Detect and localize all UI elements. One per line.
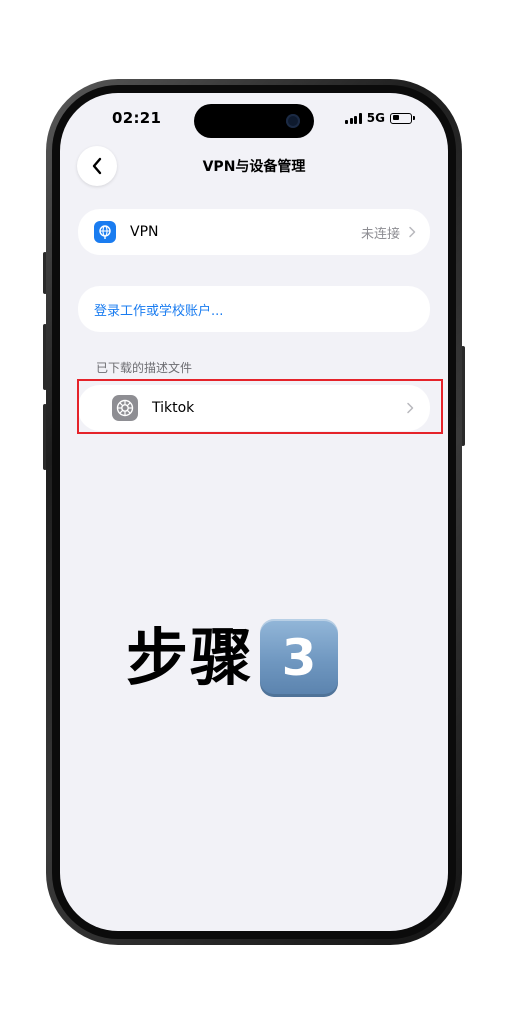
- vpn-status: 未连接: [360, 226, 400, 242]
- step-overlay: 步骤 3: [126, 618, 339, 698]
- vpn-row[interactable]: VPN 未连接: [78, 209, 430, 255]
- step-number: 3: [281, 629, 317, 687]
- highlight-box: [77, 379, 443, 434]
- status-indicators: 5G: [345, 111, 415, 125]
- status-time: 02:21: [112, 109, 162, 127]
- keycap-number-icon: 3: [260, 619, 339, 697]
- phone-screen: 02:21 5G VPN与设备管理 VPN 未连接 登录工作或学校账户... 已…: [60, 93, 448, 931]
- network-type: 5G: [366, 111, 385, 125]
- login-account-link[interactable]: 登录工作或学校账户...: [94, 300, 223, 319]
- signal-icon: [345, 112, 362, 124]
- chevron-right-icon: [409, 226, 416, 238]
- page-title: VPN与设备管理: [202, 159, 306, 175]
- vpn-label: VPN: [130, 224, 159, 240]
- step-label: 步骤: [126, 621, 255, 694]
- section-header-profiles: 已下载的描述文件: [96, 361, 193, 375]
- page: 02:21 5G VPN与设备管理 VPN 未连接 登录工作或学校账户... 已…: [0, 0, 508, 1024]
- battery-icon: [390, 112, 415, 124]
- login-account-row[interactable]: 登录工作或学校账户...: [78, 286, 430, 332]
- globe-icon: [94, 221, 116, 243]
- camera-icon: [286, 114, 300, 128]
- dynamic-island: [194, 104, 314, 138]
